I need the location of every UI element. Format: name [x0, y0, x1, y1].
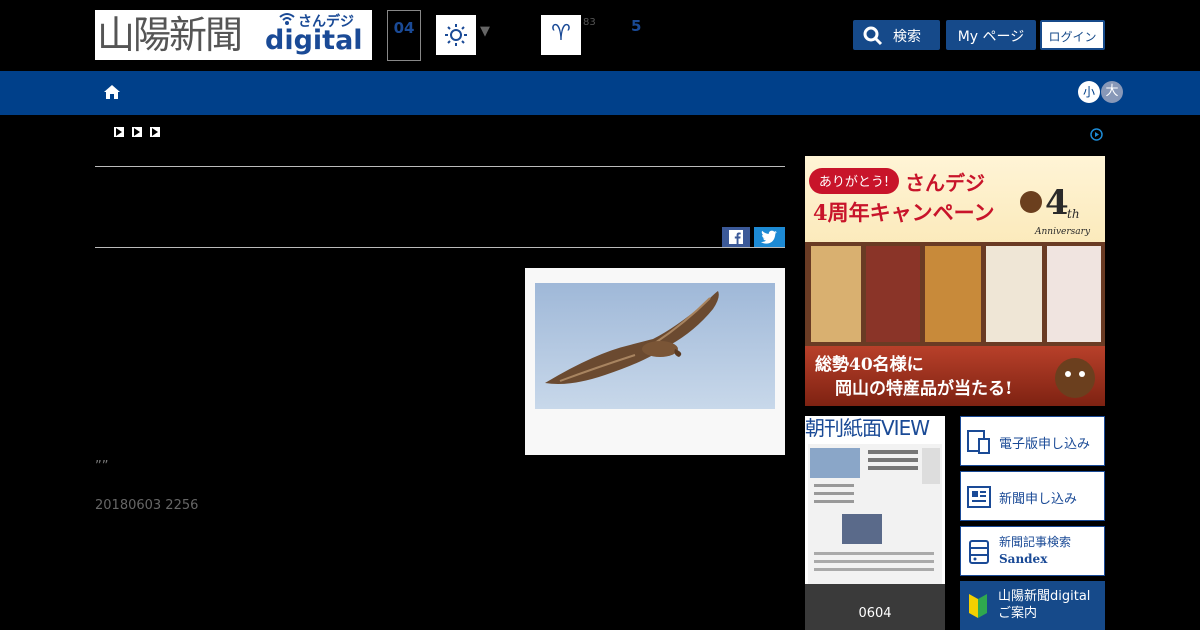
sandex-label-line1: 新聞記事検索: [999, 535, 1072, 549]
digital-subscribe-label: 電子版申し込み: [999, 437, 1091, 452]
twitter-share-button[interactable]: [754, 227, 785, 247]
weather-dropdown-icon[interactable]: ▼: [480, 24, 490, 39]
login-button[interactable]: ログイン: [1040, 20, 1105, 50]
database-icon: [969, 540, 989, 564]
facebook-icon: [729, 230, 743, 244]
ad-thanks: ありがとう!: [819, 175, 889, 190]
facebook-share-button[interactable]: [722, 227, 750, 247]
wifi-icon: [279, 13, 295, 25]
date-box: 04: [387, 10, 421, 61]
article-quote: ””: [95, 459, 109, 474]
newspaper-thumbnail: [808, 444, 942, 584]
digital-guide-label-line1: 山陽新聞digital: [998, 589, 1091, 604]
beginner-mark-icon: [969, 594, 987, 618]
horoscope-rank: 5: [631, 17, 642, 35]
play-icon[interactable]: [1090, 128, 1103, 141]
search-icon: [863, 26, 883, 46]
campaign-ad-banner[interactable]: ありがとう! さんデジ 4周年キャンペーン 4 th Anniversary 総…: [805, 156, 1105, 406]
hawk-photo[interactable]: [535, 283, 775, 409]
newspaper-subscribe-button[interactable]: 新聞申し込み: [960, 471, 1105, 521]
ad-prize-line2: 岡山の特産品が当たる!: [835, 378, 1012, 399]
title-divider: [95, 166, 785, 167]
sun-icon: [445, 24, 467, 46]
twitter-icon: [761, 230, 777, 244]
newspaper-icon: [967, 486, 991, 508]
aries-icon: ♈: [551, 21, 571, 46]
logo-digital: digital: [265, 25, 363, 56]
sandex-label-line2: Sandex: [999, 552, 1048, 566]
site-logo[interactable]: 山陽新聞 さんデジ digital: [95, 10, 372, 60]
font-size-small-button[interactable]: 小: [1078, 81, 1100, 103]
weather-widget[interactable]: [436, 15, 476, 55]
horoscope-score: 83: [583, 17, 596, 28]
sandex-label: 新聞記事検索 Sandex: [999, 534, 1071, 568]
search-label: 検索: [893, 29, 921, 45]
font-size-large-button[interactable]: 大: [1101, 81, 1123, 103]
article-photo-frame: [525, 268, 785, 455]
digital-guide-label-line2: ご案内: [998, 606, 1038, 621]
date-day: 04: [393, 19, 415, 37]
ad-badge: 4: [1045, 183, 1069, 223]
login-label: ログイン: [1048, 30, 1097, 44]
newspaper-viewer[interactable]: 朝刊紙面VIEW 0604: [805, 416, 945, 630]
top-bar: 山陽新聞 さんデジ digital 04 ▼ ♈ 83 5 検索 My ページ …: [0, 0, 1200, 71]
horoscope-widget[interactable]: ♈: [541, 15, 581, 55]
newspaper-subscribe-label: 新聞申し込み: [999, 492, 1078, 507]
article-timestamp: 20180603 2256: [95, 498, 199, 513]
device-icon: [967, 430, 990, 454]
search-button[interactable]: 検索: [853, 20, 940, 50]
share-divider: [95, 247, 785, 248]
digital-subscribe-button[interactable]: 電子版申し込み: [960, 416, 1105, 466]
viewer-date: 0604: [858, 606, 892, 621]
ad-prize-line1: 総勢40名様に: [815, 354, 924, 375]
mypage-button[interactable]: My ページ: [946, 20, 1036, 50]
breadcrumb-arrow-icon[interactable]: [150, 127, 160, 137]
logo-kanji: 山陽新聞: [97, 13, 243, 57]
home-icon[interactable]: [103, 83, 121, 101]
mypage-label: My ページ: [957, 29, 1025, 45]
ad-badge-sub: Anniversary: [1034, 227, 1091, 237]
ad-campaign-line1: さんデジ: [905, 171, 985, 195]
viewer-title: 朝刊紙面VIEW: [805, 416, 930, 440]
sandex-search-button[interactable]: 新聞記事検索 Sandex: [960, 526, 1105, 576]
digital-guide-button[interactable]: 山陽新聞digital ご案内: [960, 581, 1105, 630]
viewer-date-bar: 0604: [805, 584, 945, 630]
breadcrumb-arrow-icon[interactable]: [132, 127, 142, 137]
main-nav: 小 大: [0, 71, 1200, 115]
ad-campaign-line2: 4周年キャンペーン: [813, 200, 995, 225]
digital-guide-label: 山陽新聞digital ご案内: [998, 588, 1090, 622]
breadcrumb-arrow-icon[interactable]: [114, 127, 124, 137]
svg-text:th: th: [1067, 207, 1080, 221]
